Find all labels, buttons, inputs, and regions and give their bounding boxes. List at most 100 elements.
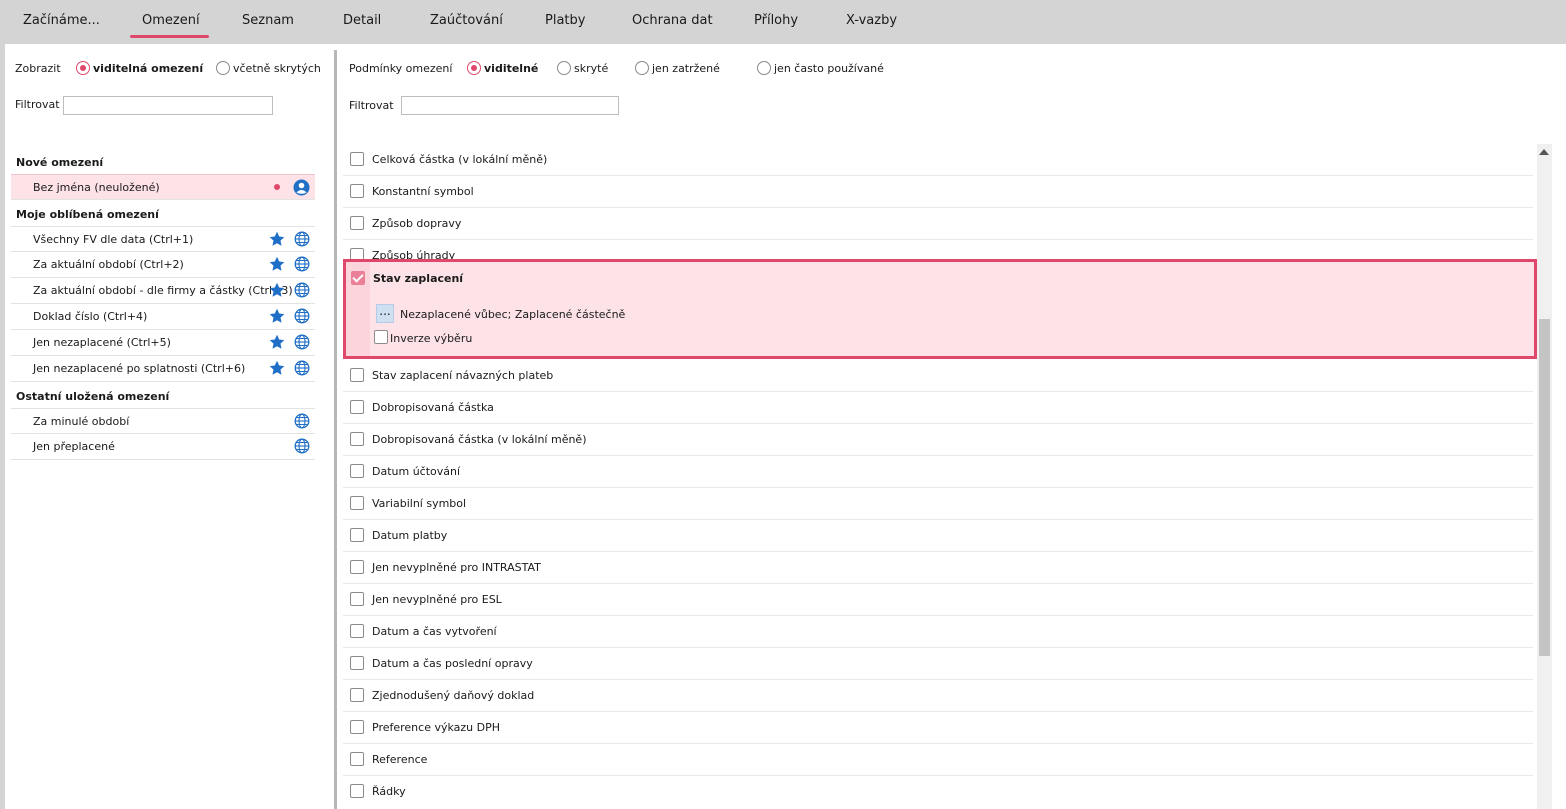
condition-checkbox[interactable] — [350, 528, 364, 542]
edit-values-button[interactable]: ... — [376, 304, 394, 323]
condition-checkbox[interactable] — [350, 184, 364, 198]
globe-icon[interactable] — [294, 413, 310, 429]
condition-row[interactable]: Jen nevyplněné pro INTRASTAT — [343, 552, 1533, 584]
condition-checkbox[interactable] — [350, 720, 364, 734]
tab-x-vazby[interactable]: X-vazby — [846, 13, 897, 28]
radio-visible-filters-label[interactable]: viditelná omezení — [93, 62, 203, 75]
star-icon[interactable] — [269, 231, 285, 247]
list-item-label: Za aktuální období - dle firmy a částky … — [33, 284, 293, 297]
condition-row[interactable]: Datum platby — [343, 520, 1533, 552]
globe-icon[interactable] — [294, 256, 310, 272]
list-item-favorite[interactable]: Doklad číslo (Ctrl+4) — [11, 304, 315, 330]
tab-zauctovani[interactable]: Zaúčtování — [430, 13, 503, 28]
condition-checkbox[interactable] — [350, 464, 364, 478]
radio-hidden-label[interactable]: skryté — [574, 62, 608, 75]
conditions-filter-input[interactable] — [401, 96, 619, 115]
condition-checkbox[interactable] — [350, 560, 364, 574]
globe-icon[interactable] — [294, 282, 310, 298]
condition-row[interactable]: Datum a čas vytvoření — [343, 616, 1533, 648]
condition-checkbox[interactable] — [350, 216, 364, 230]
tab-ochrana-dat[interactable]: Ochrana dat — [632, 13, 713, 28]
condition-checkbox[interactable] — [350, 784, 364, 798]
globe-icon[interactable] — [294, 231, 310, 247]
condition-checkbox[interactable] — [350, 592, 364, 606]
list-item-favorite[interactable]: Jen nezaplacené (Ctrl+5) — [11, 330, 315, 356]
globe-icon[interactable] — [294, 360, 310, 376]
star-icon[interactable] — [269, 256, 285, 272]
tab-seznam[interactable]: Seznam — [242, 13, 294, 28]
condition-row[interactable]: Reference — [343, 744, 1533, 776]
condition-checkbox[interactable] — [350, 152, 364, 166]
filter-conditions-panel: Podmínky omezení viditelné skryté jen za… — [343, 44, 1566, 809]
saved-filters-panel: Zobrazit viditelná omezení včetně skrytý… — [5, 44, 331, 809]
condition-checkbox[interactable] — [350, 368, 364, 382]
inverse-checkbox[interactable] — [374, 330, 388, 344]
scroll-up-arrow-icon[interactable] — [1539, 149, 1549, 155]
condition-row[interactable]: Jen nevyplněné pro ESL — [343, 584, 1533, 616]
condition-row[interactable]: Variabilní symbol — [343, 488, 1533, 520]
radio-visible-filters[interactable] — [76, 61, 90, 75]
condition-row[interactable]: Řádky — [343, 776, 1533, 808]
condition-payment-status-expanded[interactable]: Stav zaplacení ... Nezaplacené vůbec; Za… — [343, 259, 1537, 359]
vertical-scrollbar[interactable] — [1537, 144, 1552, 809]
tab-platby[interactable]: Platby — [545, 13, 585, 28]
globe-icon[interactable] — [294, 438, 310, 454]
radio-checked-only-label[interactable]: jen zatržené — [652, 62, 720, 75]
filter-label: Filtrovat — [15, 98, 60, 111]
condition-row[interactable]: Dobropisovaná částka — [343, 392, 1533, 424]
tab-detail[interactable]: Detail — [343, 13, 381, 28]
list-item-favorite[interactable]: Jen nezaplacené po splatnosti (Ctrl+6) — [11, 356, 315, 382]
panel-splitter[interactable] — [331, 44, 343, 809]
star-icon[interactable] — [269, 282, 285, 298]
inverse-label[interactable]: Inverze výběru — [390, 332, 472, 345]
condition-label: Jen nevyplněné pro INTRASTAT — [372, 561, 541, 574]
tab-zaciname[interactable]: Začínáme... — [23, 13, 100, 28]
tab-omezeni[interactable]: Omezení — [130, 13, 209, 38]
condition-checkbox[interactable] — [350, 624, 364, 638]
condition-row[interactable]: Způsob dopravy — [343, 208, 1533, 240]
condition-label: Konstantní symbol — [372, 185, 474, 198]
radio-frequent-only[interactable] — [757, 61, 771, 75]
condition-row[interactable]: Zjednodušený daňový doklad — [343, 680, 1533, 712]
list-item-other[interactable]: Jen přeplacené — [11, 434, 315, 460]
star-icon[interactable] — [269, 308, 285, 324]
list-item-favorite[interactable]: Za aktuální období (Ctrl+2) — [11, 252, 315, 278]
radio-hidden[interactable] — [557, 61, 571, 75]
globe-icon[interactable] — [294, 334, 310, 350]
condition-row[interactable]: Datum účtování — [343, 456, 1533, 488]
radio-checked-only[interactable] — [635, 61, 649, 75]
scrollbar-thumb[interactable] — [1539, 319, 1550, 656]
conditions-label: Podmínky omezení — [349, 62, 453, 75]
radio-visible[interactable] — [467, 61, 481, 75]
condition-checkbox-checked[interactable] — [351, 271, 365, 285]
condition-row[interactable]: Stav zaplacení návazných plateb — [343, 360, 1533, 392]
star-icon[interactable] — [269, 360, 285, 376]
list-item-other[interactable]: Za minulé období — [11, 408, 315, 434]
list-item-favorite[interactable]: Za aktuální období - dle firmy a částky … — [11, 278, 315, 304]
user-icon[interactable] — [293, 179, 310, 196]
tab-prilohy[interactable]: Přílohy — [754, 13, 798, 28]
condition-row[interactable]: Datum a čas poslední opravy — [343, 648, 1533, 680]
radio-include-hidden-label[interactable]: včetně skrytých — [233, 62, 321, 75]
radio-include-hidden[interactable] — [216, 61, 230, 75]
globe-icon[interactable] — [294, 308, 310, 324]
condition-checkbox[interactable] — [350, 688, 364, 702]
show-label: Zobrazit — [15, 62, 61, 75]
condition-checkbox[interactable] — [350, 400, 364, 414]
section-other-saved: Ostatní uložená omezení — [16, 390, 170, 403]
condition-checkbox[interactable] — [350, 496, 364, 510]
condition-checkbox[interactable] — [350, 752, 364, 766]
radio-visible-label[interactable]: viditelné — [484, 62, 538, 75]
list-item-favorite[interactable]: Všechny FV dle data (Ctrl+1) — [11, 226, 315, 252]
condition-checkbox[interactable] — [350, 656, 364, 670]
condition-row[interactable]: Preference výkazu DPH — [343, 712, 1533, 744]
condition-checkbox[interactable] — [350, 432, 364, 446]
star-icon[interactable] — [269, 334, 285, 350]
radio-frequent-only-label[interactable]: jen často používané — [774, 62, 884, 75]
filter-input[interactable] — [63, 96, 273, 115]
condition-row[interactable]: Dobropisovaná částka (v lokální měně) — [343, 424, 1533, 456]
condition-row[interactable]: Konstantní symbol — [343, 176, 1533, 208]
splitter-bar[interactable] — [334, 50, 337, 809]
condition-row[interactable]: Celková částka (v lokální měně) — [343, 144, 1533, 176]
list-item-unsaved[interactable]: Bez jména (neuložené) — [11, 174, 315, 200]
